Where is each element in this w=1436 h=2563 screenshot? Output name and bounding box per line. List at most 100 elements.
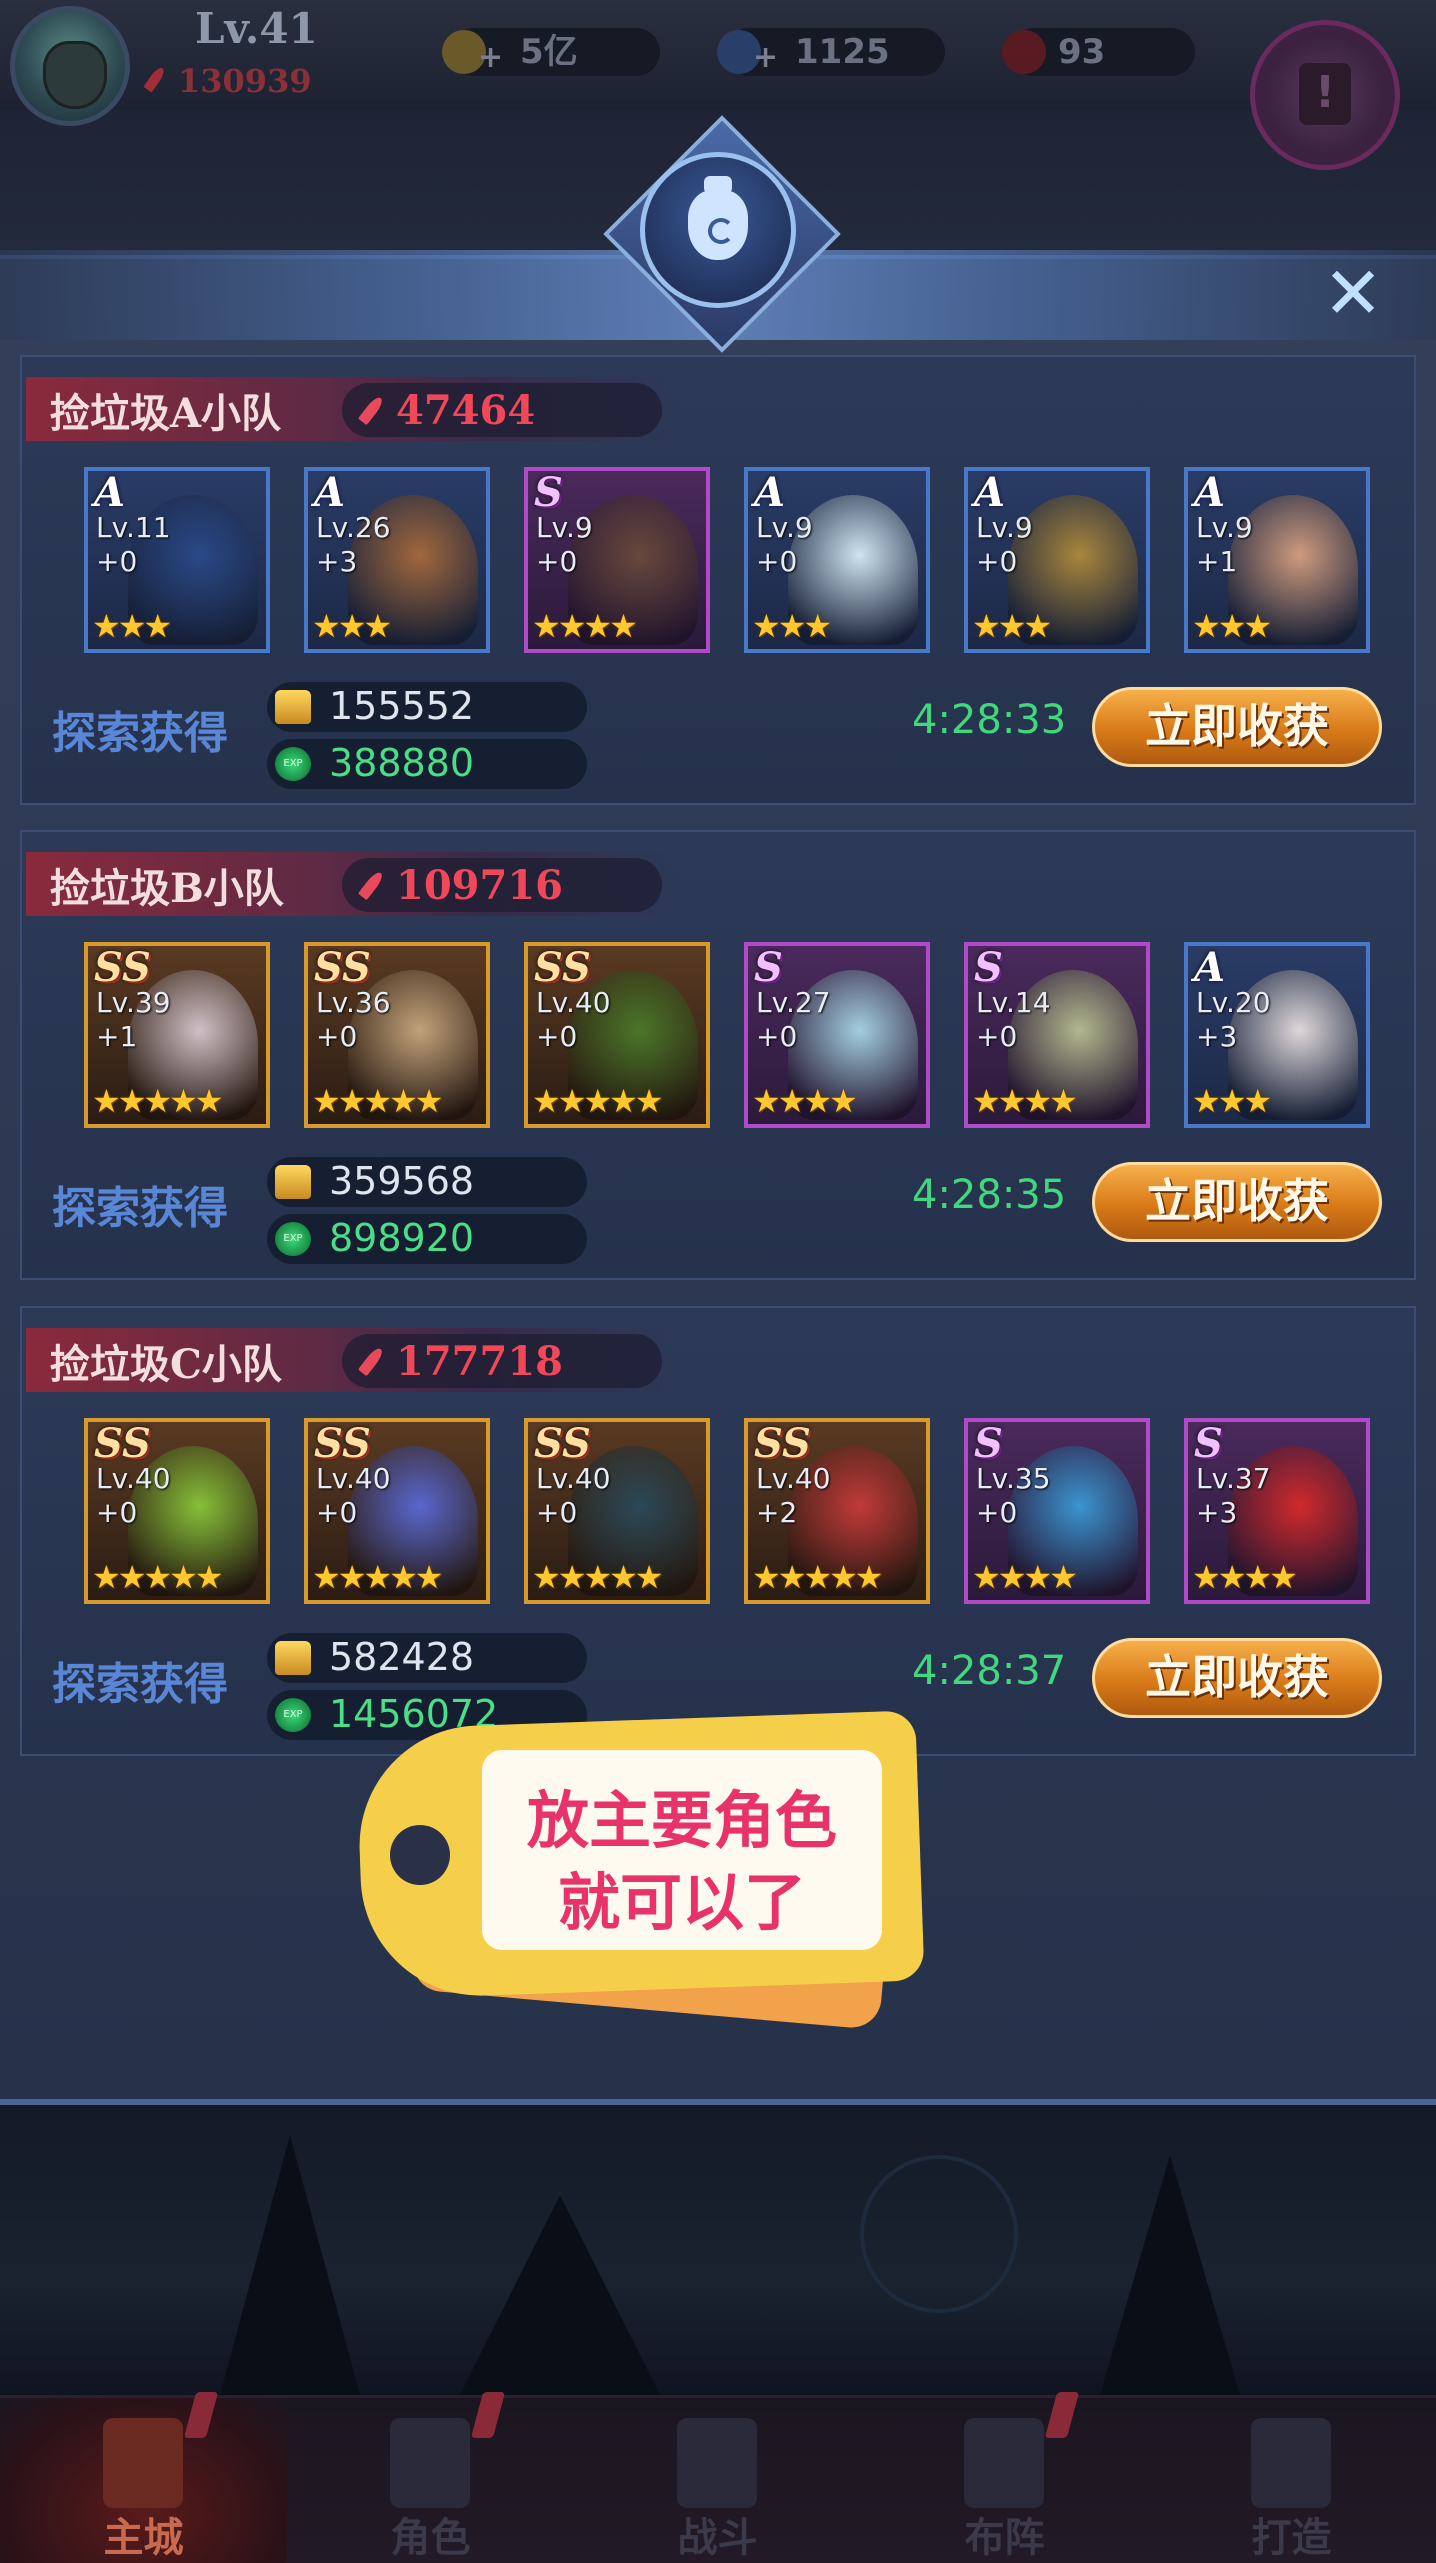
hero-slot[interactable]: A Lv.11 +0 ★★★ <box>84 467 270 653</box>
hero-slot[interactable]: SS Lv.40 +0 ★★★★★ <box>524 942 710 1128</box>
squad-power-value: 177718 <box>396 1338 563 1385</box>
hero-enhance: +1 <box>96 1020 138 1053</box>
hero-enhance: +0 <box>976 1020 1018 1053</box>
ruby-resource[interactable]: 93 <box>1002 28 1195 76</box>
hero-enhance: +0 <box>536 545 578 578</box>
hero-stars: ★★★★ <box>752 1082 858 1120</box>
hero-level: Lv.40 <box>96 1462 171 1495</box>
hero-slot[interactable]: A Lv.9 +1 ★★★ <box>1184 467 1370 653</box>
exp-reward: EXP 388880 <box>267 739 587 789</box>
hero-stars: ★★★★★ <box>532 1082 663 1120</box>
tag-hole <box>390 1825 450 1885</box>
gold-resource[interactable]: + 5亿 <box>442 28 660 76</box>
hero-slot[interactable]: SS Lv.39 +1 ★★★★★ <box>84 942 270 1128</box>
exp-orb-icon: EXP <box>275 1222 311 1256</box>
hero-stars: ★★★★★ <box>312 1082 443 1120</box>
squad-card: 捡垃圾B小队 109716 SS Lv.39 +1 ★★★★★ SS Lv.36 +0 ★★★★★… <box>20 830 1416 1280</box>
bottom-navigation: 主城 角色 战斗 布阵 打造 <box>0 2392 1436 2563</box>
add-gold-icon[interactable]: + <box>478 34 503 82</box>
explore-reward-label: 探索获得 <box>52 1183 228 1234</box>
hero-slot[interactable]: A Lv.9 +0 ★★★ <box>744 467 930 653</box>
hero-stars: ★★★★★ <box>92 1082 223 1120</box>
hero-enhance: +0 <box>96 545 138 578</box>
hero-grade-badge: SS <box>314 944 371 991</box>
diamond-resource[interactable]: + 1125 <box>717 28 945 76</box>
gold-reward: 359568 <box>267 1157 587 1207</box>
hero-slot[interactable]: S Lv.14 +0 ★★★★ <box>964 942 1150 1128</box>
top-status-bar: Lv.41 130939 + 5亿 + 1125 93 <box>0 0 1436 126</box>
hero-level: Lv.9 <box>1196 511 1253 544</box>
hero-enhance: +0 <box>316 1020 358 1053</box>
collect-now-button[interactable]: 立即收获 <box>1092 687 1382 767</box>
hero-slot[interactable]: SS Lv.40 +2 ★★★★★ <box>744 1418 930 1604</box>
collect-now-button[interactable]: 立即收获 <box>1092 1638 1382 1718</box>
alert-badge-icon <box>470 2392 506 2438</box>
exp-reward-value: 388880 <box>329 741 475 785</box>
nav-tab-label: 战斗 <box>677 2514 758 2561</box>
hero-level: Lv.11 <box>96 511 171 544</box>
alert-badge-icon <box>1044 2392 1080 2438</box>
hero-stars: ★★★★ <box>972 1082 1078 1120</box>
nav-tab[interactable]: 角色 <box>287 2392 574 2563</box>
nav-tab[interactable]: 打造 <box>1148 2398 1435 2563</box>
squad-power: 109716 <box>342 858 662 912</box>
nav-tab[interactable]: 布阵 <box>861 2392 1148 2563</box>
hero-slot[interactable]: SS Lv.40 +0 ★★★★★ <box>84 1418 270 1604</box>
collect-now-button[interactable]: 立即收获 <box>1092 1162 1382 1242</box>
exp-reward-value: 898920 <box>329 1216 475 1260</box>
close-button[interactable]: ✕ <box>1318 257 1388 329</box>
hero-slot[interactable]: SS Lv.40 +0 ★★★★★ <box>524 1418 710 1604</box>
nav-tab[interactable]: 战斗 <box>574 2398 861 2563</box>
hero-slot[interactable]: A Lv.20 +3 ★★★ <box>1184 942 1370 1128</box>
hero-level: Lv.40 <box>756 1462 831 1495</box>
hero-slot[interactable]: SS Lv.36 +0 ★★★★★ <box>304 942 490 1128</box>
money-bag-icon <box>688 176 748 260</box>
gold-pile-icon <box>275 690 311 724</box>
hero-stars: ★★★★★ <box>312 1558 443 1596</box>
hero-slot[interactable]: S Lv.27 +0 ★★★★ <box>744 942 930 1128</box>
hero-slot[interactable]: S Lv.35 +0 ★★★★ <box>964 1418 1150 1604</box>
player-power-value: 130939 <box>178 62 312 100</box>
player-avatar[interactable] <box>10 6 130 126</box>
avatar-face <box>43 41 107 109</box>
power-feather-icon <box>357 394 386 426</box>
quest-scroll-button[interactable] <box>1250 20 1400 170</box>
hero-slot[interactable]: S Lv.9 +0 ★★★★ <box>524 467 710 653</box>
hero-level: Lv.14 <box>976 986 1051 1019</box>
hero-enhance: +1 <box>1196 545 1238 578</box>
hero-enhance: +0 <box>976 545 1018 578</box>
hero-slot[interactable]: S Lv.37 +3 ★★★★ <box>1184 1418 1370 1604</box>
hero-level: Lv.40 <box>316 1462 391 1495</box>
hero-level: Lv.9 <box>976 511 1033 544</box>
hero-slot[interactable]: A Lv.9 +0 ★★★ <box>964 467 1150 653</box>
hero-level: Lv.36 <box>316 986 391 1019</box>
hero-level: Lv.9 <box>756 511 813 544</box>
hero-enhance: +0 <box>96 1496 138 1529</box>
hero-enhance: +0 <box>976 1496 1018 1529</box>
hero-stars: ★★★ <box>92 607 172 645</box>
nav-tab-icon <box>1251 2418 1331 2508</box>
note-tag-sticker: 放主要角色 就可以了 <box>355 1710 925 2031</box>
hero-enhance: +0 <box>536 1020 578 1053</box>
squad-power: 47464 <box>342 383 662 437</box>
hero-level: Lv.9 <box>536 511 593 544</box>
hero-stars: ★★★ <box>752 607 832 645</box>
hero-grade-badge: A <box>754 469 786 516</box>
hero-grade-badge: A <box>1194 469 1226 516</box>
ruby-icon <box>1002 30 1046 74</box>
add-diamond-icon[interactable]: + <box>753 34 778 82</box>
exp-orb-icon: EXP <box>275 1698 311 1732</box>
hero-stars: ★★★ <box>1192 607 1272 645</box>
hero-slot[interactable]: SS Lv.40 +0 ★★★★★ <box>304 1418 490 1604</box>
hero-grade-badge: S <box>1194 1420 1223 1467</box>
tag-text-line2: 就可以了 <box>557 1866 806 1939</box>
hero-stars: ★★★ <box>972 607 1052 645</box>
power-feather-icon <box>143 65 167 93</box>
tower-silhouette <box>460 2195 660 2395</box>
hero-enhance: +3 <box>1196 1020 1238 1053</box>
nav-tab-label: 角色 <box>390 2514 471 2561</box>
hero-slot[interactable]: A Lv.26 +3 ★★★ <box>304 467 490 653</box>
explore-timer: 4:28:33 <box>912 697 1067 743</box>
squad-name: 捡垃圾C小队 <box>50 1341 282 1388</box>
nav-tab[interactable]: 主城 <box>0 2392 287 2563</box>
